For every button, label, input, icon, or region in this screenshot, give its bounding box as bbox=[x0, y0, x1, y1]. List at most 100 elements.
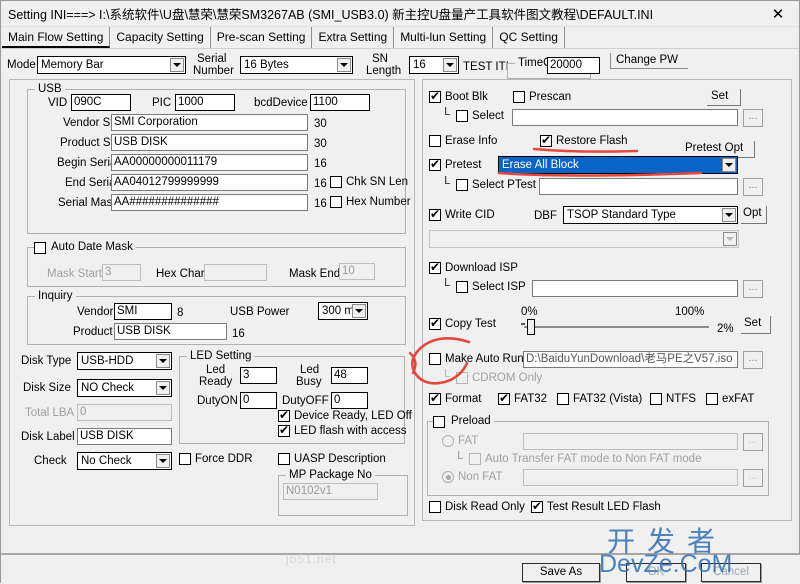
boot-set-label: Set bbox=[711, 90, 729, 102]
preload-checkbox[interactable] bbox=[433, 416, 445, 428]
save-as-button[interactable]: Save As bbox=[522, 563, 600, 582]
device-ready-led-off-checkbox[interactable]: Device Ready, LED Off bbox=[278, 408, 412, 422]
chevron-down-icon bbox=[722, 208, 736, 222]
checkbox-icon bbox=[557, 393, 569, 405]
test-result-led-flash-checkbox[interactable]: Test Result LED Flash bbox=[531, 499, 661, 513]
tab-capacity-setting[interactable]: Capacity Setting bbox=[110, 27, 211, 48]
disk-size-select[interactable]: NO Check bbox=[77, 379, 172, 397]
begin-serial-length: 16 bbox=[314, 158, 327, 170]
make-auto-run-checkbox[interactable]: Make Auto Run bbox=[429, 353, 524, 365]
copy-test-set-button[interactable]: Set bbox=[741, 316, 771, 334]
boot-set-button[interactable]: Set bbox=[707, 89, 741, 106]
mask-start-label: Mask Start bbox=[47, 268, 102, 280]
force-ddr-checkbox[interactable]: Force DDR bbox=[179, 453, 253, 465]
opt-button[interactable]: Opt bbox=[741, 206, 767, 224]
tab-qc-setting[interactable]: QC Setting bbox=[493, 27, 565, 48]
pic-label: PIC bbox=[152, 97, 172, 109]
dbf-select[interactable]: TSOP Standard Type bbox=[563, 206, 738, 224]
copy-test-slider-thumb[interactable] bbox=[527, 319, 535, 335]
boot-select-checkbox[interactable]: Select bbox=[456, 110, 504, 122]
disk-type-select[interactable]: USB-HDD bbox=[77, 352, 172, 370]
disk-label-input[interactable]: USB DISK bbox=[77, 428, 172, 445]
change-pw-button[interactable]: Change PW bbox=[610, 53, 688, 69]
select-isp-browse-button[interactable]: ... bbox=[743, 280, 763, 298]
vid-input[interactable]: 090C bbox=[71, 94, 131, 111]
format-checkbox[interactable]: Format bbox=[429, 391, 481, 405]
boot-blk-checkbox[interactable]: Boot Blk bbox=[429, 89, 488, 103]
led-busy-input[interactable]: 48 bbox=[331, 367, 368, 384]
sn-length-select[interactable]: 16 bbox=[409, 56, 459, 74]
select-ptest-input[interactable] bbox=[539, 178, 738, 195]
boot-select-browse-button[interactable]: ... bbox=[743, 109, 763, 127]
write-cid-label: Write CID bbox=[445, 209, 495, 221]
duty-on-input[interactable]: 0 bbox=[240, 392, 277, 409]
end-serial-length: 16 bbox=[314, 178, 327, 190]
ntfs-label: NTFS bbox=[666, 393, 697, 405]
select-isp-checkbox[interactable]: Select ISP bbox=[456, 281, 526, 293]
usb-power-select[interactable]: 300 mA bbox=[318, 302, 368, 320]
bcddevice-input[interactable]: 1100 bbox=[310, 94, 370, 111]
make-auto-run-input[interactable]: D:\BaiduYunDownload\老马PE之V57.iso bbox=[523, 351, 738, 368]
begin-serial-input[interactable]: AA00000000011179 bbox=[111, 154, 308, 171]
checkbox-icon bbox=[429, 89, 441, 103]
ok-button[interactable]: OK bbox=[626, 563, 686, 582]
cid-extra-select bbox=[429, 230, 739, 248]
prescan-checkbox[interactable]: Prescan bbox=[513, 91, 571, 103]
uasp-description-checkbox[interactable]: UASP Description bbox=[278, 453, 386, 465]
ntfs-checkbox[interactable]: NTFS bbox=[650, 393, 696, 405]
select-ptest-checkbox[interactable]: Select PTest bbox=[456, 179, 536, 191]
end-serial-input[interactable]: AA04012799999999 bbox=[111, 174, 308, 191]
led-ready-input[interactable]: 3 bbox=[240, 367, 277, 384]
copy-test-checkbox[interactable]: Copy Test bbox=[429, 316, 496, 330]
boot-select-input[interactable] bbox=[512, 109, 738, 126]
mode-select[interactable]: Memory Bar bbox=[37, 56, 186, 74]
vendor-str-input[interactable]: SMI Corporation bbox=[111, 114, 308, 131]
pretest-checkbox[interactable]: Pretest bbox=[429, 157, 481, 171]
pretest-select[interactable]: Erase All Block bbox=[498, 156, 738, 174]
fat32-vista-checkbox[interactable]: FAT32 (Vista) bbox=[557, 393, 642, 405]
chk-sn-len-label: Chk SN Len bbox=[346, 176, 409, 188]
pic-input[interactable]: 1000 bbox=[175, 94, 235, 111]
tab-extra-setting[interactable]: Extra Setting bbox=[312, 27, 395, 48]
hex-number-checkbox[interactable]: Hex Number bbox=[330, 196, 411, 208]
auto-date-mask-checkbox[interactable] bbox=[34, 242, 46, 254]
write-cid-checkbox[interactable]: Write CID bbox=[429, 207, 495, 221]
checkbox-icon bbox=[706, 393, 718, 405]
serial-mask-input[interactable]: AA############## bbox=[111, 194, 308, 211]
prescan-label: Prescan bbox=[529, 91, 572, 103]
led-busy-label-line2: Busy bbox=[296, 376, 322, 388]
tab-pre-scan-setting[interactable]: Pre-scan Setting bbox=[211, 27, 313, 48]
exfat-checkbox[interactable]: exFAT bbox=[706, 393, 754, 405]
serial-number-select[interactable]: 16 Bytes bbox=[240, 56, 353, 74]
select-ptest-browse-button[interactable]: ... bbox=[743, 178, 763, 196]
close-icon[interactable]: ✕ bbox=[757, 1, 799, 27]
copy-test-slider-track[interactable] bbox=[524, 326, 709, 328]
inquiry-vendor-input[interactable]: SMI bbox=[114, 303, 172, 320]
slider-min-label: 0% bbox=[521, 306, 538, 318]
erase-info-checkbox[interactable]: Erase Info bbox=[429, 135, 497, 147]
restore-flash-checkbox[interactable]: Restore Flash bbox=[540, 133, 628, 147]
tab-main-flow-setting[interactable]: Main Flow Setting bbox=[2, 27, 111, 48]
fat32-checkbox[interactable]: FAT32 bbox=[498, 391, 547, 405]
chevron-down-icon bbox=[337, 58, 351, 72]
chk-sn-len-checkbox[interactable]: Chk SN Len bbox=[330, 176, 408, 188]
download-isp-checkbox[interactable]: Download ISP bbox=[429, 260, 518, 274]
tab-multi-lun-setting[interactable]: Multi-lun Setting bbox=[394, 27, 494, 48]
duty-off-input[interactable]: 0 bbox=[331, 392, 368, 409]
led-flash-with-access-checkbox[interactable]: LED flash with access bbox=[278, 423, 407, 437]
checkbox-icon bbox=[429, 157, 441, 171]
test-iti-label: TEST ITI bbox=[463, 61, 509, 73]
title-bar: Setting INI===> I:\系统软件\U盘\慧荣\慧荣SM3267AB… bbox=[1, 1, 799, 27]
check-select[interactable]: No Check bbox=[77, 452, 172, 470]
select-isp-input[interactable] bbox=[532, 280, 738, 297]
timeout-input[interactable]: 20000 bbox=[547, 57, 600, 74]
disk-read-only-checkbox[interactable]: Disk Read Only bbox=[429, 501, 525, 513]
erase-info-label: Erase Info bbox=[445, 135, 498, 147]
make-auto-run-browse-button[interactable]: ... bbox=[743, 351, 763, 369]
product-str-input[interactable]: USB DISK bbox=[111, 134, 308, 151]
cancel-button[interactable]: Cancel bbox=[701, 563, 761, 582]
sn-length-label-line2: Length bbox=[366, 65, 402, 77]
checkbox-icon bbox=[330, 196, 342, 208]
restore-flash-label: Restore Flash bbox=[556, 135, 628, 147]
inquiry-product-input[interactable]: USB DISK bbox=[114, 323, 227, 340]
